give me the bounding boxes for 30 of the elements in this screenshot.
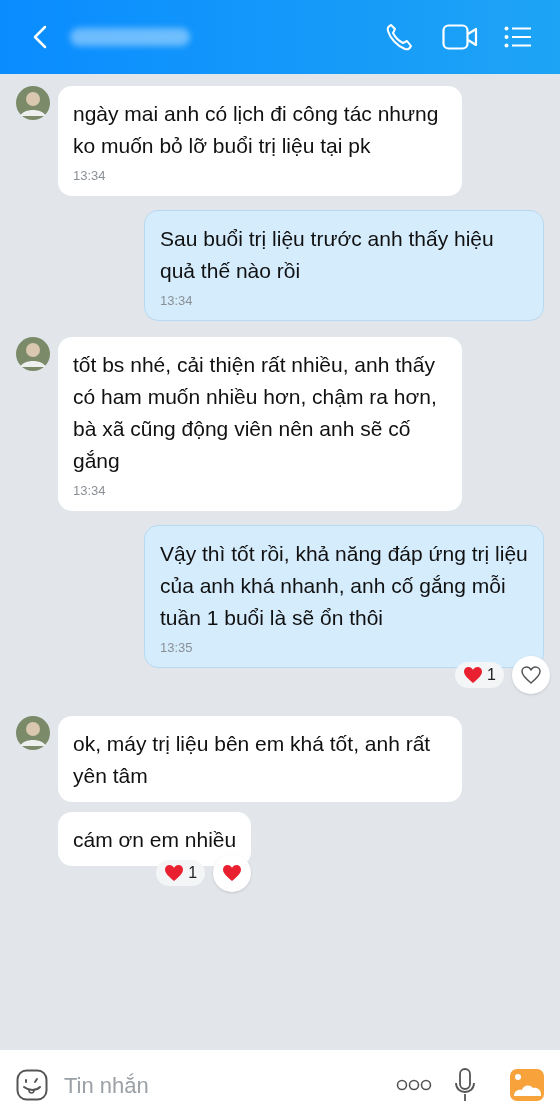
more-icon[interactable]	[396, 1079, 432, 1091]
message-text: Vậy thì tốt rồi, khả năng đáp ứng trị liệu của anh khá nhanh, anh cố gắng mỗi tuần 1 buổi là sẽ ổn thôi	[160, 540, 528, 631]
microphone-icon[interactable]	[454, 1068, 476, 1102]
sticker-icon[interactable]	[16, 1069, 48, 1101]
image-icon[interactable]	[510, 1069, 544, 1101]
message-text: cám ơn em nhiều	[73, 827, 237, 853]
heart-react-button[interactable]	[512, 656, 550, 694]
message-time: 13:34	[73, 167, 107, 185]
heart-icon	[463, 666, 484, 684]
menu-icon[interactable]	[504, 26, 532, 48]
heart-icon	[521, 666, 541, 684]
message-field[interactable]: Tin nhắn	[64, 1068, 396, 1102]
message-text: Sau buổi trị liệu trước anh thấy hiệu quả thế nào rồi	[160, 225, 495, 284]
avatar[interactable]	[16, 337, 50, 371]
message-time: 13:34	[73, 482, 107, 500]
avatar[interactable]	[16, 86, 50, 120]
avatar[interactable]	[16, 716, 50, 750]
message-input-bar[interactable]: Tin nhắn	[0, 1050, 560, 1120]
heart-icon	[222, 864, 243, 882]
phone-icon[interactable]	[384, 22, 414, 52]
reaction-count[interactable]: 1	[455, 662, 504, 688]
video-camera-icon[interactable]	[442, 24, 478, 50]
message-text: tốt bs nhé, cải thiện rất nhiều, anh thấy có ham muốn nhiều hơn, chậm ra hơn, bà xã cũng động viên nên anh sẽ cố gắng	[73, 352, 438, 474]
reaction-count[interactable]: 1	[156, 860, 206, 886]
message-text: ok, máy trị liệu bên em khá tốt, anh rất yên tâm	[73, 731, 432, 789]
heart-react-button[interactable]	[213, 854, 252, 892]
heart-icon	[164, 864, 185, 882]
message-time: 13:34	[160, 291, 194, 310]
message-text: ngày mai anh có lịch đi công tác nhưng ko muốn bỏ lỡ buổi trị liệu tại pk	[73, 101, 440, 159]
message-time: 13:35	[160, 638, 194, 657]
